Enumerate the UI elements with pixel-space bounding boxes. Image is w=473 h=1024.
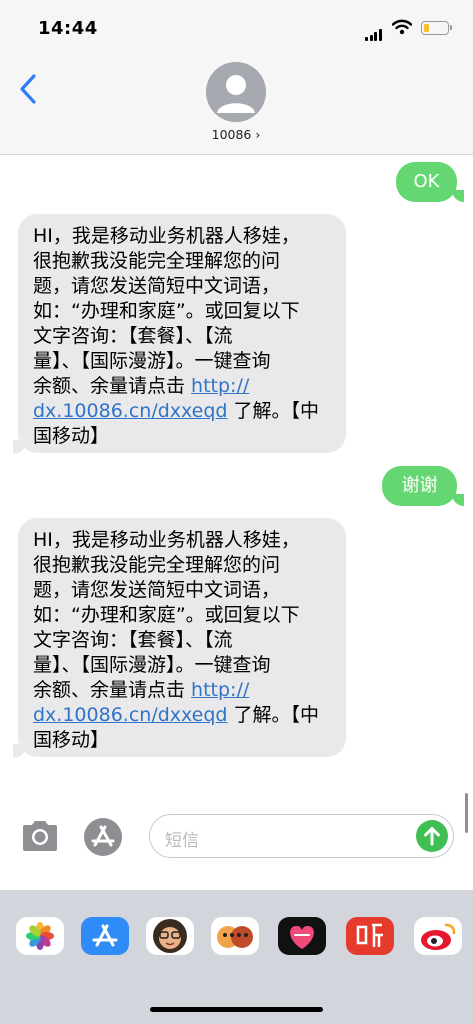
app-drawer [0,890,473,1024]
message-line: 量】、【国际漫游】。一键查询 [33,350,271,372]
message-text: OK [413,171,440,192]
animoji-app-icon[interactable] [211,917,259,955]
heart-app-icon[interactable] [278,917,326,955]
scroll-indicator[interactable] [465,793,468,833]
message-line: 很抱歉我没能完全理解您的问 [33,250,281,272]
message-line: 国移动】 [33,425,110,447]
weibo-app-icon[interactable] [414,917,462,955]
message-text: 了解。【中 [227,704,320,726]
contact-name[interactable]: 10086 › [186,127,286,142]
cellular-signal-icon [365,22,383,41]
outgoing-message[interactable]: 谢谢 [382,466,457,506]
url-link[interactable]: http:// [191,375,249,397]
message-line: HI，我是移动业务机器人移娃， [33,529,300,551]
ting-app-icon[interactable] [346,917,394,955]
message-line: 如：“办理和家庭”。或回复以下 [33,300,300,322]
url-link[interactable]: dx.10086.cn/dxxeqd [33,704,228,726]
app-store-app-icon[interactable] [81,917,129,955]
message-text: 余额、余量请点击 [33,375,192,397]
camera-icon[interactable] [20,819,60,857]
incoming-message[interactable]: HI，我是移动业务机器人移娃， 很抱歉我没能完全理解您的问 题，请您发送简短中文… [18,518,346,757]
memoji-app-icon[interactable] [146,917,194,955]
battery-icon [421,21,449,35]
back-chevron-icon[interactable] [18,72,38,110]
message-line: 如：“办理和家庭”。或回复以下 [33,604,300,626]
status-time: 14:44 [38,18,98,39]
app-store-icon[interactable] [84,818,122,856]
message-line: 题，请您发送简短中文词语， [33,275,281,297]
bubble-tail [13,440,27,454]
contact-avatar[interactable] [206,62,266,122]
bubble-tail [13,744,27,758]
url-link[interactable]: dx.10086.cn/dxxeqd [33,400,228,422]
message-text: 了解。【中 [227,400,320,422]
bubble-tail [452,494,464,506]
url-link[interactable]: http:// [191,679,249,701]
message-text: 余额、余量请点击 [33,679,192,701]
send-button[interactable] [416,820,448,852]
message-line: 量】、【国际漫游】。一键查询 [33,654,271,676]
incoming-message[interactable]: HI，我是移动业务机器人移娃， 很抱歉我没能完全理解您的问 题，请您发送简短中文… [18,214,346,453]
bubble-tail [452,190,464,202]
message-placeholder: 短信 [165,831,199,851]
battery-cap [450,25,452,30]
message-line: 文字咨询：【套餐】、【流 [33,325,233,347]
wifi-icon [391,19,413,39]
message-line: HI，我是移动业务机器人移娃， [33,225,300,247]
message-line: 文字咨询：【套餐】、【流 [33,629,233,651]
message-line: 题，请您发送简短中文词语， [33,579,281,601]
message-line: 很抱歉我没能完全理解您的问 [33,554,281,576]
message-line: 国移动】 [33,729,110,751]
message-text: 谢谢 [401,475,438,496]
outgoing-message[interactable]: OK [396,162,457,202]
photos-app-icon[interactable] [16,917,64,955]
home-indicator[interactable] [150,1007,323,1012]
